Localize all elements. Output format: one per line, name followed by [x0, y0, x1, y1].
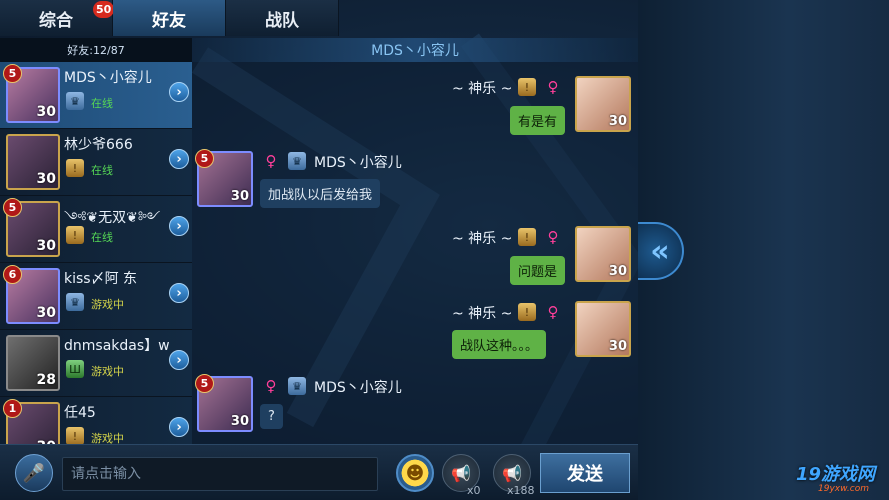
send-button[interactable]: 发送	[540, 453, 630, 493]
tier-icon: ♛	[288, 377, 306, 395]
friend-item[interactable]: 30 林少爷666 ! 在线 ›	[0, 129, 192, 196]
message-bubble: 问题是	[510, 256, 566, 285]
friend-status: 游戏中	[91, 432, 124, 444]
friend-item[interactable]: 28 dnmsakdas】w Ш 游戏中 ›	[0, 330, 192, 397]
sender-name: ~ 神乐 ~	[452, 306, 513, 322]
rank-badge: 6	[3, 265, 22, 284]
friend-item[interactable]: 6 30 kiss〆阿 东 ♛ 游戏中 ›	[0, 263, 192, 330]
female-icon: ♀	[547, 303, 559, 321]
watermark-logo: 19游戏网	[796, 464, 876, 485]
avatar: 30	[575, 226, 631, 282]
message-input[interactable]	[62, 457, 378, 491]
friend-count: 好友:12/87	[0, 38, 192, 62]
level-label: 30	[36, 104, 56, 120]
watermark-url: 19yxw.com	[818, 484, 869, 494]
horn-icon: 📢	[502, 463, 522, 483]
microphone-icon: 🎤	[22, 462, 46, 484]
tab-team-label: 战队	[265, 10, 299, 31]
sender-name: ~ 神乐 ~	[452, 231, 513, 247]
tier-icon: ♛	[66, 293, 84, 311]
chevron-right-icon[interactable]: ›	[169, 82, 189, 102]
avatar: 30	[575, 301, 631, 357]
avatar: 30	[575, 76, 631, 132]
message-bubble: ?	[260, 404, 283, 429]
tier-icon: !	[518, 228, 536, 246]
double-chevron-left-icon: «	[650, 233, 670, 269]
chevron-right-icon[interactable]: ›	[169, 283, 189, 303]
tab-general[interactable]: 综合 50	[0, 0, 115, 36]
tier-icon: !	[518, 303, 536, 321]
chevron-right-icon[interactable]: ›	[169, 149, 189, 169]
rank-badge: 5	[195, 374, 214, 393]
tab-general-label: 综合	[39, 10, 73, 31]
emoji-button[interactable]: ☻	[396, 454, 434, 492]
friend-status: 在线	[91, 164, 113, 177]
big-horn-count: x188	[507, 484, 535, 497]
chat-panel[interactable]: MDS丶小容儿 ~ 神乐 ~ ! ♀ 有是有 30 5 30 ♀ ♛ MDS丶小容…	[192, 38, 638, 444]
smiley-icon: ☻	[405, 462, 425, 484]
friend-status: 在线	[91, 97, 113, 110]
avatar: 30	[6, 134, 60, 190]
female-icon: ♀	[265, 377, 277, 395]
friend-status: 游戏中	[91, 365, 124, 378]
tier-icon: ♛	[66, 92, 84, 110]
level-label: 30	[36, 171, 56, 187]
avatar: 5 30	[195, 149, 253, 207]
tier-icon: !	[66, 159, 84, 177]
tab-bar: 综合 50 好友 战队	[0, 0, 340, 36]
level-label: 30	[36, 238, 56, 254]
level-label: 30	[608, 339, 627, 354]
avatar: 6 30	[3, 265, 60, 324]
friend-status: 在线	[91, 231, 113, 244]
tier-icon: ♛	[288, 152, 306, 170]
rank-badge: 5	[195, 149, 214, 168]
message-bubble: 战队这种。。。	[452, 330, 547, 359]
tab-team[interactable]: 战队	[226, 0, 339, 36]
message-bubble: 加战队以后发给我	[260, 179, 381, 208]
avatar: 5 30	[3, 198, 60, 257]
voice-input-button[interactable]: 🎤	[15, 454, 53, 492]
female-icon: ♀	[265, 152, 277, 170]
level-label: 30	[230, 189, 249, 204]
rank-badge: 5	[3, 64, 22, 83]
sender-name: MDS丶小容儿	[314, 380, 402, 396]
tab-friends[interactable]: 好友	[113, 0, 226, 36]
rank-badge: 5	[3, 198, 22, 217]
friend-item[interactable]: 5 30 ༺❦无双❦༻ ! 在线 ›	[0, 196, 192, 263]
level-label: 28	[36, 372, 56, 388]
rank-badge: 1	[3, 399, 22, 418]
female-icon: ♀	[547, 78, 559, 96]
input-bar: 🎤 ☻ 📢 x0 📢 x188 发送	[0, 444, 638, 500]
friend-item[interactable]: 5 30 MDS丶小容儿 ♛ 在线 ›	[0, 62, 192, 129]
chevron-right-icon[interactable]: ›	[169, 216, 189, 236]
female-icon: ♀	[547, 228, 559, 246]
avatar: 5 30	[3, 64, 60, 123]
level-label: 30	[608, 114, 627, 129]
message-bubble: 有是有	[510, 106, 566, 135]
small-horn-count: x0	[467, 484, 481, 497]
avatar: 5 30	[195, 374, 253, 432]
chevron-right-icon[interactable]: ›	[169, 417, 189, 437]
avatar: 130	[3, 399, 60, 444]
tier-icon: !	[66, 427, 84, 444]
horn-icon: 📢	[451, 463, 471, 483]
friend-list[interactable]: 好友:12/87 5 30 MDS丶小容儿 ♛ 在线 › 30 林少爷666 ! …	[0, 38, 192, 444]
friend-status: 游戏中	[91, 298, 124, 311]
avatar: 28	[6, 335, 60, 391]
tier-icon: !	[66, 226, 84, 244]
sender-name: MDS丶小容儿	[314, 155, 402, 171]
tier-icon: !	[518, 78, 536, 96]
chevron-right-icon[interactable]: ›	[169, 350, 189, 370]
sender-name: ~ 神乐 ~	[452, 81, 513, 97]
level-label: 30	[36, 305, 56, 321]
friend-item[interactable]: 130 任45 ! 游戏中 ›	[0, 397, 192, 444]
chat-title: MDS丶小容儿	[192, 38, 638, 62]
tab-friends-label: 好友	[152, 10, 186, 31]
level-label: 30	[608, 264, 627, 279]
tier-icon: Ш	[66, 360, 84, 378]
unread-badge: 50	[93, 1, 115, 18]
level-label: 30	[230, 414, 249, 429]
